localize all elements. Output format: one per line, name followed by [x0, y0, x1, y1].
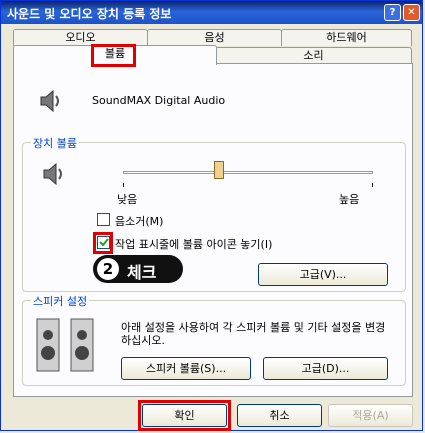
- volume-tab-panel: SoundMAX Digital Audio 장치 볼륨 낮음 높음 음소거(M…: [13, 63, 413, 397]
- speaker-advanced-button[interactable]: 고급(D)...: [263, 357, 388, 380]
- annotation-number: 2: [97, 258, 119, 280]
- cancel-button[interactable]: 취소: [237, 404, 322, 427]
- title-bar[interactable]: 사운드 및 오디오 장치 등록 정보 ? ✕: [1, 1, 422, 24]
- annotation-text: 체크: [127, 263, 157, 282]
- speaker-icon: [38, 88, 64, 117]
- tab-voice[interactable]: 음성: [147, 29, 282, 46]
- apply-button[interactable]: 적용(A): [328, 404, 413, 427]
- device-volume-group-label: 장치 볼륨: [31, 135, 79, 151]
- tab-audio[interactable]: 오디오: [13, 29, 148, 46]
- tab-hardware[interactable]: 하드웨어: [281, 29, 412, 46]
- device-volume-group: 장치 볼륨 낮음 높음 음소거(M) 작업 표시줄에 볼륨 아이콘 놓기(I) …: [22, 135, 406, 292]
- speaker-settings-group-label: 스피커 설정: [31, 293, 90, 309]
- slider-high-label: 높음: [339, 193, 360, 206]
- help-button[interactable]: ?: [384, 4, 401, 21]
- mute-checkbox[interactable]: [97, 213, 110, 226]
- device-name: SoundMAX Digital Audio: [92, 94, 226, 107]
- volume-slider-thumb[interactable]: [214, 161, 224, 179]
- volume-icon: [41, 161, 67, 190]
- mute-label: 음소거(M): [115, 215, 164, 228]
- advanced-volume-button[interactable]: 고급(V)...: [258, 263, 388, 286]
- close-button[interactable]: ✕: [403, 4, 420, 21]
- speakers-icon: [35, 315, 97, 378]
- window-title: 사운드 및 오디오 장치 등록 정보: [7, 7, 172, 21]
- sound-properties-window: 사운드 및 오디오 장치 등록 정보 ? ✕ 오디오 음성 하드웨어 볼륨 소리…: [0, 0, 423, 431]
- checkmark-icon: [99, 238, 109, 247]
- volume-slider[interactable]: [123, 159, 373, 189]
- tray-icon-checkbox[interactable]: [97, 236, 110, 249]
- speaker-volume-button[interactable]: 스피커 볼륨(S)...: [121, 357, 251, 380]
- speaker-settings-description: 아래 설정을 사용하여 각 스피커 볼륨 및 기타 설정을 변경하십시오.: [121, 321, 386, 347]
- slider-low-label: 낮음: [117, 193, 138, 206]
- ok-button[interactable]: 확인: [142, 404, 227, 427]
- tab-volume[interactable]: 볼륨: [13, 45, 217, 65]
- tab-sounds[interactable]: 소리: [215, 47, 412, 64]
- annotation-badge: 2 체크: [93, 255, 183, 283]
- speaker-settings-group: 스피커 설정 아래 설정을 사용하여 각 스피커 볼륨 및 기타 설정을 변경하…: [22, 293, 406, 386]
- tray-icon-label: 작업 표시줄에 볼륨 아이콘 놓기(I): [115, 238, 273, 251]
